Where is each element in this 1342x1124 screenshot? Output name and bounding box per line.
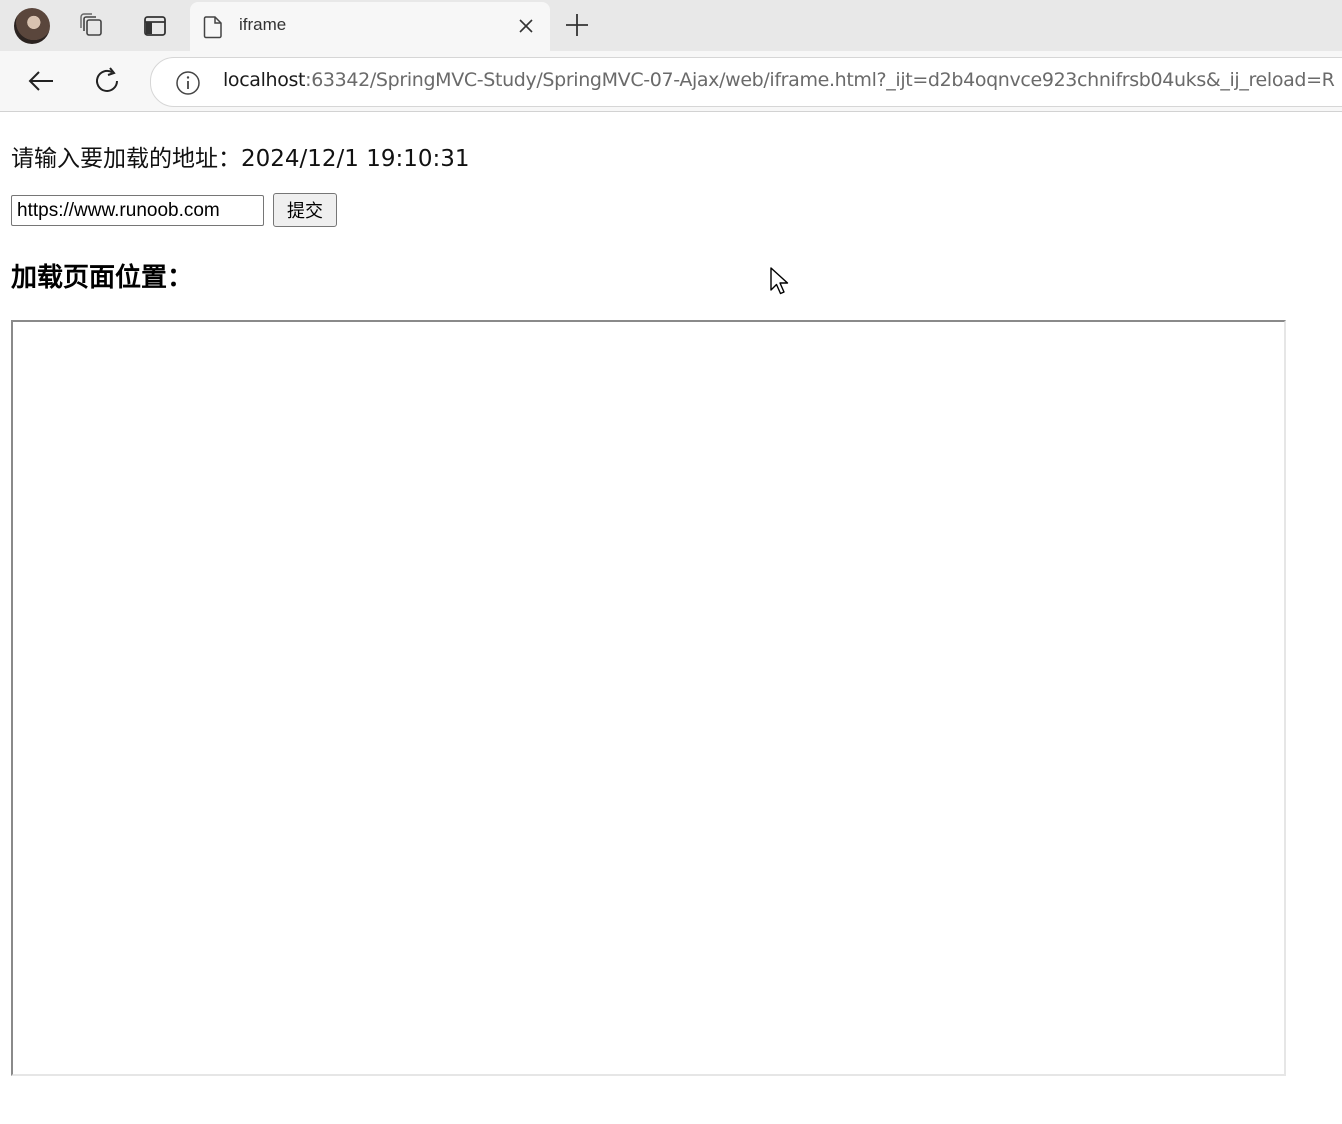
browser-toolbar: localhost:63342/SpringMVC-Study/SpringMV… [0,51,1342,112]
current-datetime: 2024/12/1 19:10:31 [241,146,470,172]
mouse-cursor-icon [770,267,789,295]
url-text: localhost:63342/SpringMVC-Study/SpringMV… [223,69,1335,91]
vertical-tabs-icon[interactable] [138,9,172,43]
refresh-icon[interactable] [90,64,124,98]
close-icon[interactable] [516,16,536,36]
info-icon[interactable] [175,70,201,96]
workspaces-icon[interactable] [75,9,109,43]
tab-title: iframe [239,15,287,34]
page-icon [203,16,222,39]
profile-avatar[interactable] [14,8,50,44]
back-arrow-icon[interactable] [24,64,58,98]
section-title: 加载页面位置： [11,263,194,293]
url-input[interactable] [11,195,264,226]
page-content: 请输入要加载的地址：2024/12/1 19:10:31 提交 加载页面位置： [0,112,1342,1124]
submit-button[interactable]: 提交 [273,193,337,227]
url-path: :63342/SpringMVC-Study/SpringMVC-07-Ajax… [305,69,1335,91]
tab-active[interactable]: iframe [190,2,550,51]
browser-window: iframe localhost:63342/SpringMVC-Study/S… [0,0,1342,1124]
prompt-line: 请输入要加载的地址：2024/12/1 19:10:31 [11,139,470,173]
address-bar[interactable]: localhost:63342/SpringMVC-Study/SpringMV… [150,57,1342,107]
iframe-container[interactable] [11,320,1286,1076]
url-host: localhost [223,69,306,91]
prompt-label: 请输入要加载的地址： [11,146,241,172]
tab-strip: iframe [0,0,1342,51]
plus-icon[interactable] [561,9,593,41]
